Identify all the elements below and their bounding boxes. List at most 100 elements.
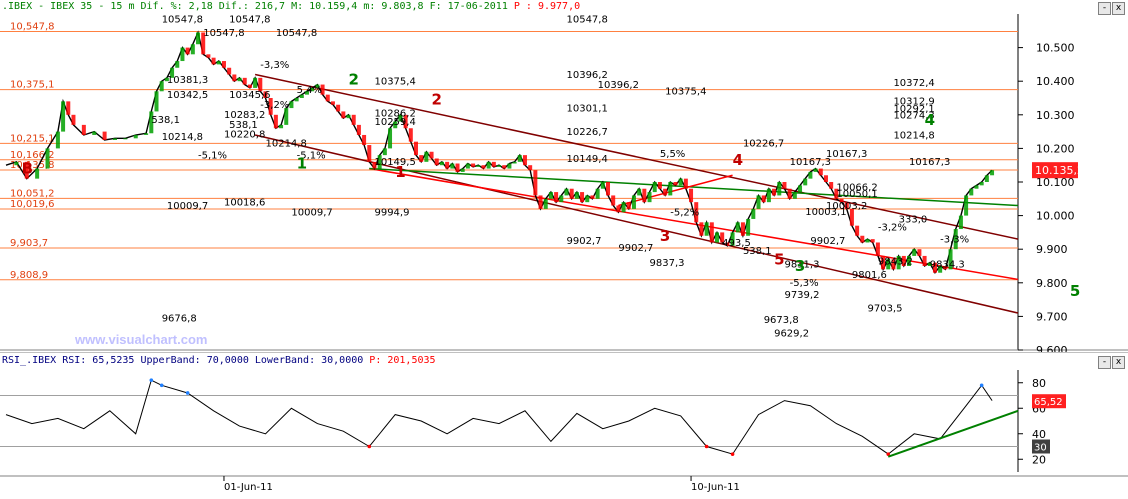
dif-label: Dif.: 216,7	[218, 1, 286, 12]
price-candle	[714, 232, 719, 243]
rsi-p-label: P: 201,5035	[369, 355, 436, 366]
price-candle	[600, 182, 605, 189]
price-candle	[735, 222, 740, 233]
price-annotation: 10396,2	[598, 80, 639, 91]
price-annotation: 10381,3	[167, 75, 208, 86]
price-candle	[102, 131, 107, 140]
price-candle	[216, 61, 221, 65]
price-candle	[974, 185, 979, 189]
price-candle	[465, 163, 470, 169]
price-annotation: 10050,1	[836, 189, 877, 200]
price-candle	[439, 161, 444, 166]
price-candle	[559, 195, 564, 203]
rsi-chart[interactable]: 8060402065,523001-Jun-11 10-Jun-11	[0, 351, 1128, 495]
price-candle	[606, 182, 611, 196]
price-candle	[657, 182, 662, 189]
price-candle	[206, 54, 211, 58]
price-candle	[922, 255, 927, 266]
price-candle	[497, 165, 502, 167]
price-candle	[429, 151, 434, 159]
price-candle	[512, 161, 517, 164]
p-label: P : 9.977,0	[513, 1, 581, 12]
rsi-header: RSI_.IBEX RSI: 65,5235 UpperBand: 70,000…	[2, 355, 436, 366]
price-candle	[14, 161, 19, 166]
level-label: 10,547,8	[10, 22, 55, 33]
price-annotation: 10009,7	[167, 201, 208, 212]
rsi-background	[0, 352, 1128, 495]
price-candle	[756, 195, 761, 209]
price-candle	[860, 235, 865, 243]
price-candle	[175, 61, 180, 68]
price-candle	[984, 175, 989, 182]
price-candle	[990, 170, 995, 176]
wave-label: 5	[1070, 282, 1080, 300]
level-label: 10,051,2	[10, 188, 55, 199]
price-candle	[71, 114, 76, 125]
price-annotation: 10214,8	[893, 130, 934, 141]
price-annotation: 5,5%	[660, 149, 685, 160]
rsi-pane[interactable]: 80 60 40 20 65,52 30 01-Jun-11 10-Jun-11	[0, 351, 1128, 495]
price-candle	[92, 131, 97, 135]
rsi-overbought-point	[149, 378, 154, 382]
price-candle	[865, 239, 870, 243]
price-candle	[346, 114, 351, 119]
price-candle	[419, 155, 424, 162]
price-candle	[445, 161, 450, 169]
price-candle	[746, 218, 751, 236]
minimize-button[interactable]: -	[1098, 2, 1111, 15]
price-candle	[294, 98, 299, 102]
price-annotation: 9994,9	[374, 208, 409, 219]
price-annotation: 10167,3	[909, 157, 950, 168]
price-candle	[751, 208, 756, 219]
level-label: 9,808,9	[10, 270, 48, 281]
price-chart[interactable]: 10.50010.40010.30010.20010.10010.0009.90…	[0, 0, 1128, 357]
rsi-upper-label: UpperBand: 70,0000	[140, 355, 249, 366]
wave-label: 2	[432, 91, 442, 109]
price-candle	[533, 170, 538, 196]
price-annotation: 9902,7	[810, 236, 845, 247]
wave-label: 3	[660, 227, 670, 245]
price-candle	[964, 195, 969, 216]
price-candle	[221, 61, 226, 68]
price-y-tick-label: 10.500	[1036, 42, 1075, 55]
price-annotation: -3,3%	[940, 234, 969, 245]
price-candle	[631, 195, 636, 209]
price-annotation: -5,1%	[198, 150, 227, 161]
price-candle	[232, 74, 237, 82]
price-annotation: 10226,7	[743, 139, 784, 150]
price-candle	[227, 67, 232, 75]
price-candle	[279, 124, 284, 129]
interval-label: 15 m	[110, 1, 135, 12]
price-annotation: 538,1	[229, 120, 258, 131]
price-candle	[912, 249, 917, 256]
price-annotation: 10547,8	[203, 28, 244, 39]
price-candle	[798, 185, 803, 193]
price-y-tick-label: 9.600	[1036, 344, 1068, 352]
price-pane[interactable]: 10.500 10.400 10.300 10.200 10.100 10.000 9.90…	[0, 0, 1128, 357]
price-candle	[689, 188, 694, 203]
price-candle	[341, 111, 346, 119]
price-candle	[574, 192, 579, 199]
price-candle	[548, 192, 553, 199]
rsi-close-button[interactable]: x	[1112, 356, 1125, 369]
price-candle	[683, 178, 688, 189]
price-candle	[61, 101, 66, 132]
close-button[interactable]: x	[1112, 2, 1125, 15]
level-label: 9,903,7	[10, 238, 48, 249]
watermark: www.visualchart.com	[75, 332, 208, 347]
price-candle	[595, 188, 600, 199]
rsi-minimize-button[interactable]: -	[1098, 356, 1111, 369]
price-candle	[502, 165, 507, 169]
price-candle	[663, 188, 668, 196]
price-annotation: 9673,8	[764, 315, 799, 326]
price-candle	[782, 182, 787, 189]
price-annotation: 10003,1	[805, 207, 846, 218]
price-candle	[611, 195, 616, 206]
price-annotation: -5,3%	[790, 278, 819, 289]
price-candle	[159, 81, 164, 92]
rsi-overbought-point	[185, 391, 190, 395]
price-annotation: 493,5	[722, 238, 751, 249]
price-annotation: 10375,4	[665, 87, 706, 98]
date-label: F: 17-06-2011	[429, 1, 508, 12]
price-candle	[471, 163, 476, 167]
